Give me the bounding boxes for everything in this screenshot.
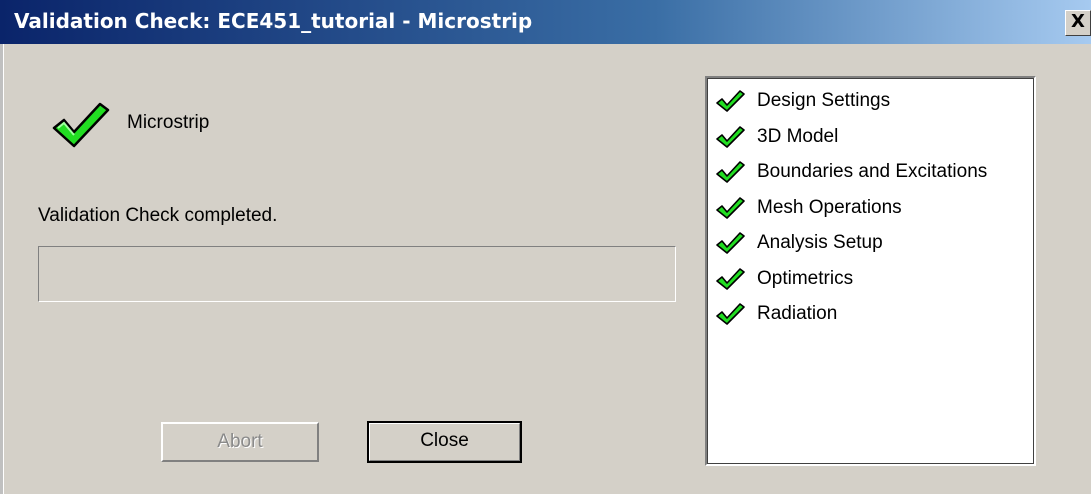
green-check-icon bbox=[716, 267, 745, 290]
green-check-icon bbox=[52, 102, 110, 148]
checklist-item-label: Mesh Operations bbox=[757, 196, 902, 218]
green-check-icon bbox=[716, 161, 745, 183]
close-window-button[interactable]: X bbox=[1065, 10, 1091, 36]
green-check-icon bbox=[716, 125, 745, 148]
window-border bbox=[0, 44, 4, 494]
green-check-icon bbox=[716, 196, 745, 219]
close-button[interactable]: Close bbox=[367, 421, 522, 463]
close-button-label: Close bbox=[420, 430, 469, 451]
validation-checklist[interactable]: Design Settings 3D Model Boundaries and Ex… bbox=[705, 76, 1036, 466]
validation-check-dialog: Validation Check: ECE451_tutorial - Micr… bbox=[0, 0, 1091, 494]
checklist-item-label: 3D Model bbox=[757, 125, 839, 147]
abort-button[interactable]: Abort bbox=[161, 422, 319, 462]
checklist-item-label: Optimetrics bbox=[757, 267, 854, 289]
title-bar[interactable]: Validation Check: ECE451_tutorial - Micr… bbox=[0, 0, 1091, 44]
checklist-item-label: Analysis Setup bbox=[757, 232, 883, 253]
checklist-item: Radiation bbox=[713, 297, 1033, 329]
progress-bar bbox=[38, 246, 676, 302]
window-title: Validation Check: ECE451_tutorial - Micr… bbox=[14, 9, 533, 33]
checklist-item: Design Settings bbox=[713, 84, 1033, 116]
checklist-item-label: Radiation bbox=[757, 303, 838, 324]
checklist-item-label: Design Settings bbox=[757, 90, 891, 111]
checklist-item: Analysis Setup bbox=[713, 226, 1033, 258]
green-check-icon bbox=[716, 303, 745, 325]
green-check-icon bbox=[716, 232, 745, 254]
checklist-item-label: Boundaries and Excitations bbox=[757, 161, 988, 182]
checklist-item: Optimetrics bbox=[713, 262, 1033, 294]
checklist-item: Mesh Operations bbox=[713, 191, 1033, 223]
green-check-icon bbox=[716, 90, 745, 112]
status-message: Validation Check completed. bbox=[38, 205, 278, 226]
checklist-item: Boundaries and Excitations bbox=[713, 155, 1033, 187]
design-name: Microstrip bbox=[127, 112, 210, 133]
checklist-item: 3D Model bbox=[713, 120, 1033, 152]
